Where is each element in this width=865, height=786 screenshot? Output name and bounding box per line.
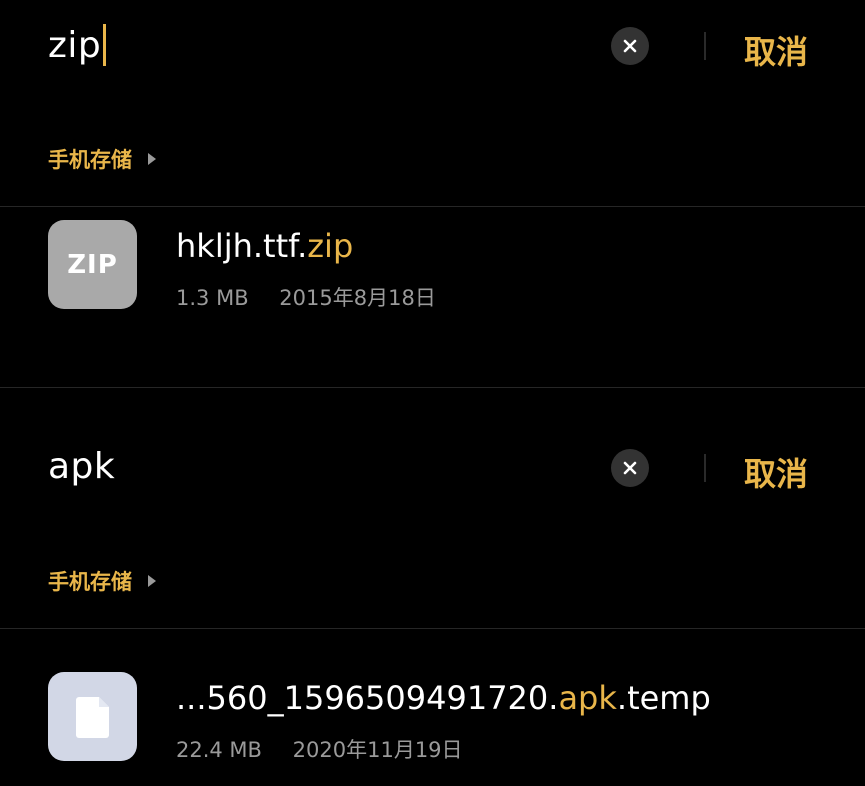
file-list-item[interactable]: ZIP hkljh.ttf.zip 1.3 MB 2015年8月18日 — [0, 210, 865, 320]
cancel-button[interactable]: 取消 — [744, 449, 808, 495]
divider — [0, 628, 865, 629]
close-icon — [623, 461, 637, 475]
search-input[interactable]: apk — [48, 446, 115, 487]
divider — [704, 32, 706, 60]
search-query-text: zip — [48, 24, 102, 66]
file-date: 2020年11月19日 — [292, 738, 463, 762]
file-name: hkljh.ttf.zip — [176, 227, 354, 265]
file-list-item[interactable]: ...560_1596509491720.apk.temp 22.4 MB 20… — [0, 662, 865, 772]
zip-file-icon: ZIP — [48, 220, 137, 309]
cancel-button[interactable]: 取消 — [744, 27, 808, 73]
document-icon — [48, 672, 137, 761]
breadcrumb[interactable]: 手机存储 — [48, 566, 156, 596]
divider — [0, 206, 865, 207]
chevron-right-icon — [148, 575, 156, 587]
file-meta: 1.3 MB 2015年8月18日 — [176, 282, 436, 312]
file-date: 2015年8月18日 — [279, 286, 436, 310]
divider — [0, 387, 865, 388]
search-panel-apk: apk 取消 手机存储 ...560_1596509491720.apk.tem… — [0, 393, 865, 786]
breadcrumb-label: 手机存储 — [48, 148, 132, 172]
chevron-right-icon — [148, 153, 156, 165]
document-glyph-icon — [75, 696, 109, 738]
breadcrumb[interactable]: 手机存储 — [48, 144, 156, 174]
search-query-text: apk — [48, 446, 116, 487]
search-match: zip — [307, 227, 354, 265]
breadcrumb-label: 手机存储 — [48, 570, 132, 594]
search-bar: apk 取消 — [0, 422, 865, 522]
divider — [704, 454, 706, 482]
text-caret — [103, 24, 107, 66]
file-name: ...560_1596509491720.apk.temp — [176, 679, 711, 717]
search-input[interactable]: zip — [48, 24, 107, 66]
clear-search-button[interactable] — [611, 449, 649, 487]
search-panel-zip: zip 取消 手机存储 ZIP hkljh.ttf.zip 1.3 MB 201… — [0, 0, 865, 393]
file-size: 1.3 MB — [176, 286, 249, 310]
file-meta: 22.4 MB 2020年11月19日 — [176, 734, 463, 764]
file-size: 22.4 MB — [176, 738, 262, 762]
clear-search-button[interactable] — [611, 27, 649, 65]
search-bar: zip 取消 — [0, 0, 865, 100]
search-match: apk — [558, 679, 617, 717]
close-icon — [623, 39, 637, 53]
